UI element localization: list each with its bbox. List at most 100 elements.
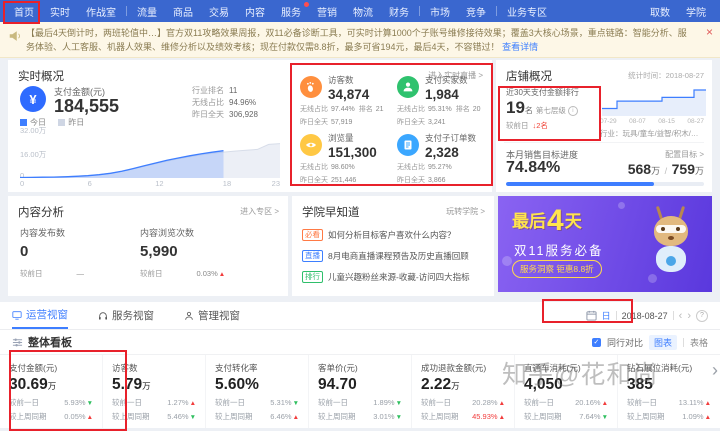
yuan-icon: ¥ [20, 86, 46, 112]
banner-headline: 最后4天 [512, 204, 582, 237]
target-progress-bar [506, 182, 704, 186]
banner-offer-pill: 服务洞察 钜惠8.8折 [512, 260, 602, 278]
separator [682, 337, 684, 347]
metric-visitors[interactable]: 访客数 34,874 无线占比 97.44% 排名 21 昨日全天 57,919 [294, 70, 391, 128]
close-icon[interactable]: × [706, 26, 713, 38]
academy-article-link[interactable]: 排行 儿童兴趣粉丝来源-收藏-访问四大指标 [302, 269, 486, 285]
chart-view-toggle[interactable]: 图表 [648, 334, 677, 350]
configure-target-link[interactable]: 配置目标 > [665, 149, 704, 160]
kpi-diamond-booth-cost[interactable]: 钻石展位消耗(元) 385 较前一日 13.11%▲ 较上周同期 1.09%▲ [618, 355, 720, 428]
rank-chart-x-ticks: 07-29 08-07 08-15 08-27 [600, 118, 704, 125]
help-icon[interactable]: ? [696, 309, 708, 322]
kpi-avg-order-value[interactable]: 客单价(元) 94.70 较前一日 1.89%▼ 较上周同期 3.01%▼ [309, 355, 412, 428]
prev-date-icon[interactable]: ‹ [679, 310, 683, 321]
rank-delta-row: 较前日 ↓2名 [506, 121, 548, 130]
dashboard-section: 运营视窗 服务视窗 管理视窗 日 2018-08-27 ‹ › ? 整体看板 ✓… [0, 302, 720, 428]
trend-arrow-icon: ▲ [498, 414, 505, 421]
kpi-visitors[interactable]: 访客数 5.79万 较前一日 1.27%▲ 较上周同期 5.46%▼ [103, 355, 206, 428]
board-title: 整体看板 [28, 337, 72, 349]
academy-more-link[interactable]: 玩转学院 > [446, 206, 485, 217]
content-views-metric: 内容浏览次数 5,990 较前日 0.03%▲ [140, 228, 226, 278]
metric-sub-row: 无线占比 95.31% 排名 20 [397, 106, 481, 113]
academy-news-card: 学院早知道 玩转学院 > 必看 如何分析目标客户喜欢什么内容？ 直播 8月电商直… [292, 196, 494, 296]
kpi-refund-amount[interactable]: 成功退款金额(元) 2.22万 较前一日 20.28%▲ 较上周同期 45.93%▲ [412, 355, 515, 428]
trend-arrow-icon: ▲ [498, 400, 505, 407]
footprints-icon [300, 76, 322, 98]
divider [504, 142, 704, 143]
rank-value-row: 19名 第七层级 i [506, 98, 578, 118]
tag-badge: 排行 [302, 271, 323, 283]
nav-item-service[interactable]: 服务 [273, 1, 309, 19]
promo-banner[interactable]: 最后4天 双11服务必备 服务洞察 钜惠8.8折 [498, 196, 712, 292]
nav-item-content[interactable]: 内容 [237, 4, 273, 19]
academy-article-link[interactable]: 必看 如何分析目标客户喜欢什么内容？ [302, 227, 486, 243]
info-icon[interactable]: i [567, 106, 578, 116]
nav-item-warroom[interactable]: 作战室 [78, 4, 124, 19]
nav-item-label: 服务 [281, 7, 301, 19]
kpi-pay-amount[interactable]: 支付金额(元) 30.69万 较前一日 5.93%▼ 较上周同期 0.05%▲ [0, 355, 103, 428]
trend-arrow-icon: ▼ [601, 414, 608, 421]
academy-article-link[interactable]: 直播 8月电商直播课程预告及历史直播回顾 [302, 248, 486, 264]
trend-arrow-icon: ▼ [86, 400, 93, 407]
metric-sub-row: 无线占比 98.60% [300, 164, 355, 171]
nav-item-trade[interactable]: 交易 [201, 4, 237, 19]
trend-arrow-icon: ▼ [292, 400, 299, 407]
nav-item-business-zone[interactable]: 业务专区 [499, 4, 555, 19]
stat-time: 统计时间：2018-08-27 [628, 71, 704, 80]
metric-pageviews[interactable]: 浏览量 151,300 无线占比 98.60% 昨日全天 251,446 [294, 128, 391, 186]
nav-divider [496, 6, 497, 16]
metric-sub-row: 无线占比 95.27% [397, 164, 452, 171]
shop-card-title: 店铺概况 [506, 71, 552, 83]
kpi-conversion-rate[interactable]: 支付转化率 5.60% 较前一日 5.31%▼ 较上周同期 6.46%▲ [206, 355, 309, 428]
trend-arrow-icon: ▲ [86, 414, 93, 421]
date-value[interactable]: 2018-08-27 [622, 311, 668, 321]
nav-item-academy[interactable]: 学院 [678, 4, 714, 19]
tab-operations-viewport[interactable]: 运营视窗 [12, 302, 68, 329]
target-progress-values: 568万 / 759万 [627, 161, 704, 177]
nav-item-data-fetch[interactable]: 取数 [642, 4, 678, 19]
trend-arrow-icon: ▲ [218, 271, 226, 278]
metric-sub-row: 昨日全天 57,919 [300, 119, 353, 126]
nav-item-finance[interactable]: 财务 [381, 4, 417, 19]
metric-pay-suborders[interactable]: 支付子订单数 2,328 无线占比 95.27% 昨日全天 3,866 [391, 128, 488, 186]
next-date-icon[interactable]: › [687, 310, 691, 321]
shop-overview-card: 店铺概况 统计时间：2018-08-27 近30天支付金额排行 19名 第七层级 i… [496, 60, 712, 192]
legend-yesterday-swatch [58, 119, 66, 126]
enter-zone-link[interactable]: 进入专区 > [240, 206, 279, 217]
nav-item-marketing[interactable]: 营销 [309, 4, 345, 19]
metric-value: 1,984 [425, 87, 459, 102]
realtime-overview-card: 实时概况 进入实时直播 > ¥ 支付金额(元) 184,555 行业排名 11 无… [8, 60, 492, 192]
nav-item-market[interactable]: 市场 [422, 4, 458, 19]
nav-item-realtime[interactable]: 实时 [42, 4, 78, 19]
trend-arrow-icon: ▲ [601, 400, 608, 407]
tab-management-viewport[interactable]: 管理视窗 [184, 302, 240, 329]
peer-compare-checkbox[interactable]: ✓ [591, 337, 601, 347]
realtime-area-chart [20, 143, 280, 178]
tag-badge: 直播 [302, 250, 323, 262]
pay-amount-value: 184,555 [54, 96, 120, 116]
peer-compare-label: 同行对比 [606, 337, 643, 348]
calendar-icon[interactable] [586, 310, 597, 321]
trend-arrow-icon: ▲ [292, 414, 299, 421]
view-details-link[interactable]: 查看详情 [502, 42, 538, 52]
metric-sub-row: 昨日全天 251,446 [300, 177, 357, 184]
nav-item-home[interactable]: 首页 [6, 4, 42, 19]
kpi-ztc-cost[interactable]: 直通车消耗(元) 4,050 较前一日 20.16%▲ 较上周同期 7.64%▼ [515, 355, 618, 428]
banner-subtitle: 双11服务必备 [514, 244, 604, 258]
target-progress-pct: 74.84% [506, 159, 561, 176]
metric-label: 浏览量 [328, 133, 354, 143]
separator [672, 311, 674, 320]
nav-item-competition[interactable]: 竞争 [458, 4, 494, 19]
nav-item-traffic[interactable]: 流量 [129, 4, 165, 19]
metric-label: 支付买家数 [425, 75, 468, 85]
tab-service-viewport[interactable]: 服务视窗 [98, 302, 154, 329]
nav-item-logistics[interactable]: 物流 [345, 4, 381, 19]
industry-rank-row: 行业排名 11 [192, 86, 238, 95]
wireless-share-row: 无线占比 94.96% [192, 98, 257, 107]
rank-step-chart [602, 89, 706, 116]
chevron-right-icon: › [712, 360, 718, 380]
table-view-toggle[interactable]: 表格 [690, 336, 708, 349]
granularity-day[interactable]: 日 [602, 309, 611, 322]
nav-item-goods[interactable]: 商品 [165, 4, 201, 19]
metric-pay-buyers[interactable]: 支付买家数 1,984 无线占比 95.31% 排名 20 昨日全天 3,241 [391, 70, 488, 128]
